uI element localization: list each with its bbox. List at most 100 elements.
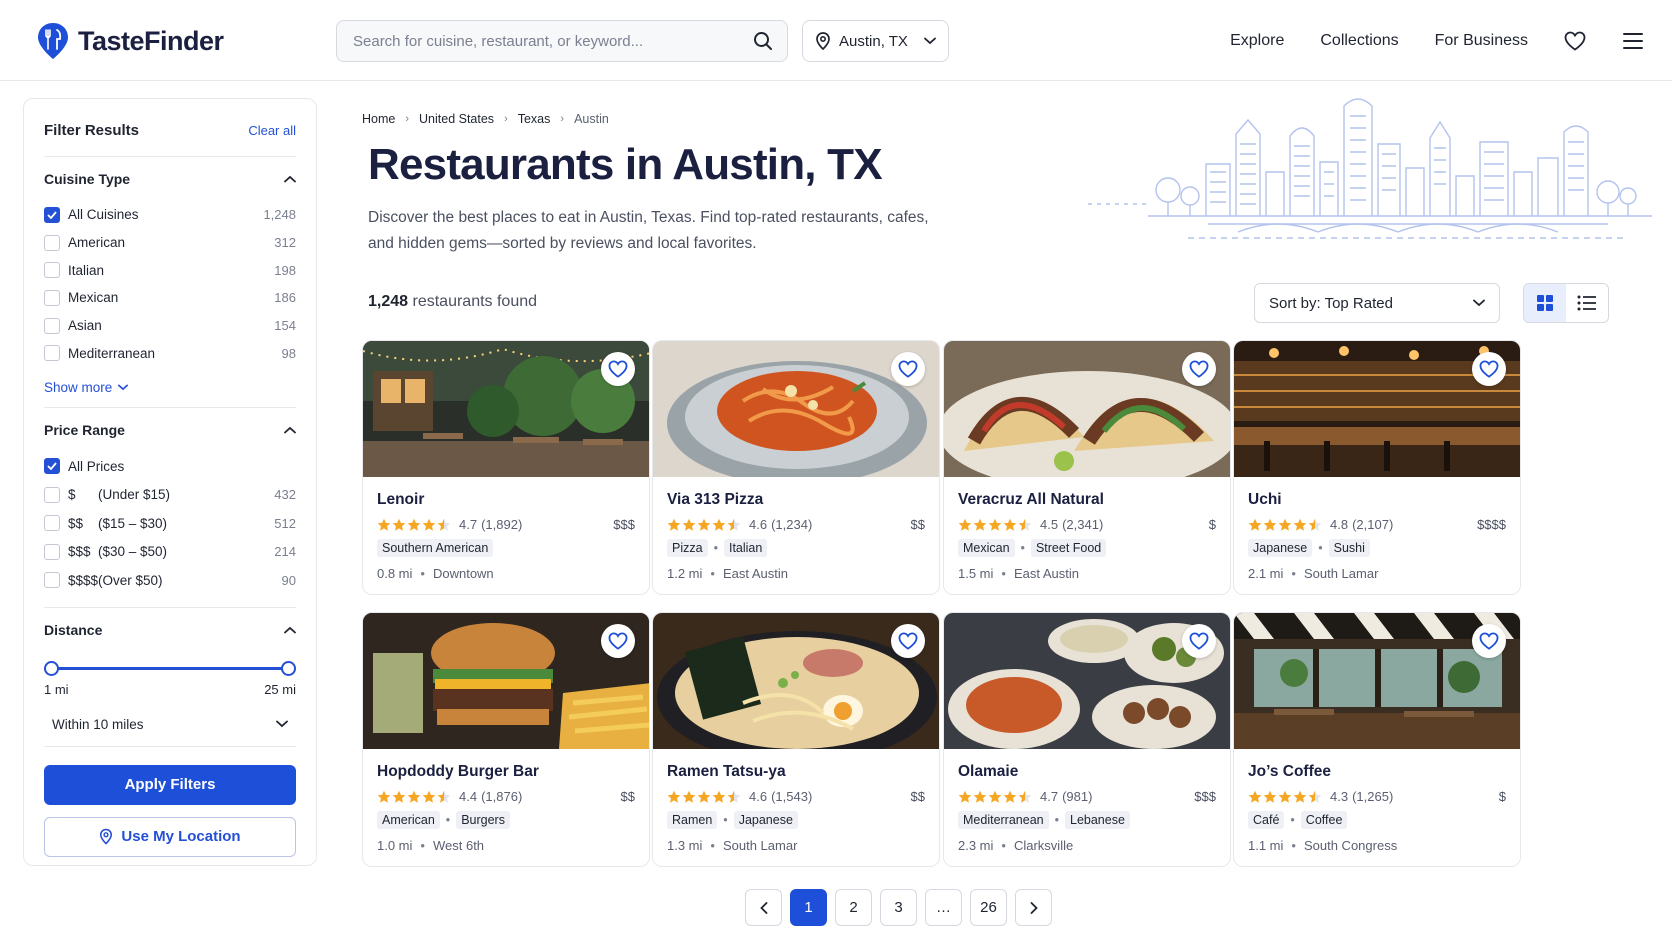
breadcrumb-state[interactable]: Texas: [518, 112, 551, 126]
price-option[interactable]: $$$ ($30 – $50) 214: [44, 538, 296, 567]
cuisine-tag[interactable]: Café: [1248, 811, 1285, 829]
page-button[interactable]: 2: [835, 889, 872, 926]
price-option-all[interactable]: All Prices: [44, 452, 296, 481]
cuisine-option[interactable]: Italian 198: [44, 256, 296, 284]
price-section-header[interactable]: Price Range: [44, 408, 296, 452]
cuisine-tag[interactable]: Lebanese: [1065, 811, 1130, 829]
cuisine-option[interactable]: American 312: [44, 229, 296, 257]
restaurant-name[interactable]: Via 313 Pizza: [667, 491, 763, 509]
checkbox[interactable]: [44, 262, 60, 279]
save-heart-button[interactable]: [601, 624, 635, 658]
checkbox[interactable]: [44, 515, 60, 532]
restaurant-card[interactable]: Veracruz All Natural 4.5 (2,341) $ Mexican • S…: [943, 340, 1231, 595]
restaurant-card[interactable]: Jo’s Coffee 4.3 (1,265) $ Café • Coffee 1.1 mi •…: [1233, 612, 1521, 867]
page-button[interactable]: 26: [970, 889, 1007, 926]
restaurant-card[interactable]: Hopdoddy Burger Bar 4.4 (1,876) $$ American •…: [362, 612, 650, 867]
slider-max-handle[interactable]: [281, 660, 296, 676]
save-heart-button[interactable]: [1182, 624, 1216, 658]
city-skyline-illustration: [1088, 98, 1652, 239]
star-full-icon: [697, 518, 711, 531]
breadcrumb-home[interactable]: Home: [362, 112, 395, 126]
cuisine-tag[interactable]: American: [377, 811, 440, 829]
restaurant-card[interactable]: Ramen Tatsu-ya 4.6 (1,543) $$ Ramen • Japanese…: [652, 612, 940, 867]
show-more-link[interactable]: Show more: [44, 367, 296, 407]
breadcrumb-country[interactable]: United States: [419, 112, 494, 126]
restaurant-name[interactable]: Hopdoddy Burger Bar: [377, 763, 539, 781]
location-select[interactable]: Austin, TX: [802, 20, 949, 62]
grid-view-button[interactable]: [1524, 284, 1566, 322]
hamburger-menu-icon[interactable]: [1622, 32, 1644, 50]
page-button[interactable]: 3: [880, 889, 917, 926]
restaurant-card[interactable]: Olamaie 4.7 (981) $$$ Mediterranean • Lebanese…: [943, 612, 1231, 867]
page-button[interactable]: 1: [790, 889, 827, 926]
distance-dropdown[interactable]: Within 10 miles: [44, 703, 296, 747]
save-heart-button[interactable]: [1472, 624, 1506, 658]
search-icon[interactable]: [753, 31, 773, 51]
distance-slider[interactable]: [44, 658, 296, 678]
review-count: (1,265): [1352, 789, 1394, 804]
cuisine-tag[interactable]: Southern American: [377, 539, 494, 557]
distance-section-header[interactable]: Distance: [44, 608, 296, 652]
checkbox-checked[interactable]: [44, 458, 60, 475]
price-option[interactable]: $ (Under $15) 432: [44, 481, 296, 510]
checkbox[interactable]: [44, 543, 60, 560]
cuisine-option[interactable]: All Cuisines 1,248: [44, 201, 296, 229]
cuisine-tag[interactable]: Mexican: [958, 539, 1015, 557]
list-icon: [1577, 295, 1596, 311]
checkbox[interactable]: [44, 572, 60, 589]
save-heart-button[interactable]: [891, 624, 925, 658]
nav-explore[interactable]: Explore: [1230, 32, 1284, 50]
checkbox[interactable]: [44, 317, 60, 334]
restaurant-name[interactable]: Jo’s Coffee: [1248, 763, 1331, 781]
cuisine-option[interactable]: Mexican 186: [44, 284, 296, 312]
restaurant-card[interactable]: Lenoir 4.7 (1,892) $$$ Southern American 0.8 …: [362, 340, 650, 595]
checkbox[interactable]: [44, 234, 60, 251]
cuisine-option[interactable]: Asian 154: [44, 312, 296, 340]
cuisine-tag[interactable]: Japanese: [733, 811, 798, 829]
logo[interactable]: TasteFinder: [36, 22, 224, 60]
save-heart-button[interactable]: [1182, 352, 1216, 386]
nav-collections[interactable]: Collections: [1320, 32, 1398, 50]
next-page-button[interactable]: [1015, 889, 1052, 926]
cuisine-tag[interactable]: Street Food: [1030, 539, 1107, 557]
nav-for-business[interactable]: For Business: [1435, 32, 1528, 50]
cuisine-option[interactable]: Mediterranean 98: [44, 339, 296, 367]
checkbox-checked[interactable]: [44, 206, 60, 223]
checkbox[interactable]: [44, 345, 60, 362]
restaurant-card[interactable]: Via 313 Pizza 4.6 (1,234) $$ Pizza • Italian 1.…: [652, 340, 940, 595]
list-view-button[interactable]: [1566, 284, 1608, 322]
cuisine-tag[interactable]: Pizza: [667, 539, 708, 557]
price-option[interactable]: $$ ($15 – $30) 512: [44, 509, 296, 538]
search-input[interactable]: [353, 32, 753, 50]
price-option[interactable]: $$$$(Over $50) 90: [44, 566, 296, 595]
clear-all-link[interactable]: Clear all: [248, 123, 296, 138]
restaurant-card[interactable]: Uchi 4.8 (2,107) $$$$ Japanese • Sushi 2.1 mi • S…: [1233, 340, 1521, 595]
restaurant-name[interactable]: Ramen Tatsu-ya: [667, 763, 786, 781]
checkbox[interactable]: [44, 289, 60, 306]
cuisine-tag[interactable]: Sushi: [1328, 539, 1370, 557]
cuisine-tag[interactable]: Coffee: [1300, 811, 1348, 829]
cuisine-section-header[interactable]: Cuisine Type: [44, 157, 296, 201]
restaurant-name[interactable]: Olamaie: [958, 763, 1018, 781]
checkbox[interactable]: [44, 486, 60, 503]
apply-filters-button[interactable]: Apply Filters: [44, 764, 296, 805]
neighborhood: East Austin: [722, 566, 789, 581]
restaurant-name[interactable]: Lenoir: [377, 491, 424, 509]
prev-page-button[interactable]: [745, 889, 782, 926]
cuisine-tag[interactable]: Italian: [723, 539, 768, 557]
cuisine-tag[interactable]: Japanese: [1248, 539, 1313, 557]
save-heart-button[interactable]: [601, 352, 635, 386]
chevron-up-icon: [284, 175, 296, 183]
slider-min-handle[interactable]: [44, 660, 59, 676]
sort-dropdown[interactable]: Sort by: Top Rated: [1254, 283, 1500, 323]
favorites-heart-icon[interactable]: [1564, 31, 1586, 51]
use-my-location-button[interactable]: Use My Location: [44, 816, 296, 857]
restaurant-name[interactable]: Veracruz All Natural: [958, 491, 1104, 509]
save-heart-button[interactable]: [1472, 352, 1506, 386]
save-heart-button[interactable]: [891, 352, 925, 386]
cuisine-tag[interactable]: Ramen: [667, 811, 718, 829]
cuisine-tag[interactable]: Mediterranean: [958, 811, 1049, 829]
restaurant-name[interactable]: Uchi: [1248, 491, 1282, 509]
cuisine-tag[interactable]: Burgers: [456, 811, 510, 829]
price-option-label: $ (Under $15): [68, 487, 274, 502]
